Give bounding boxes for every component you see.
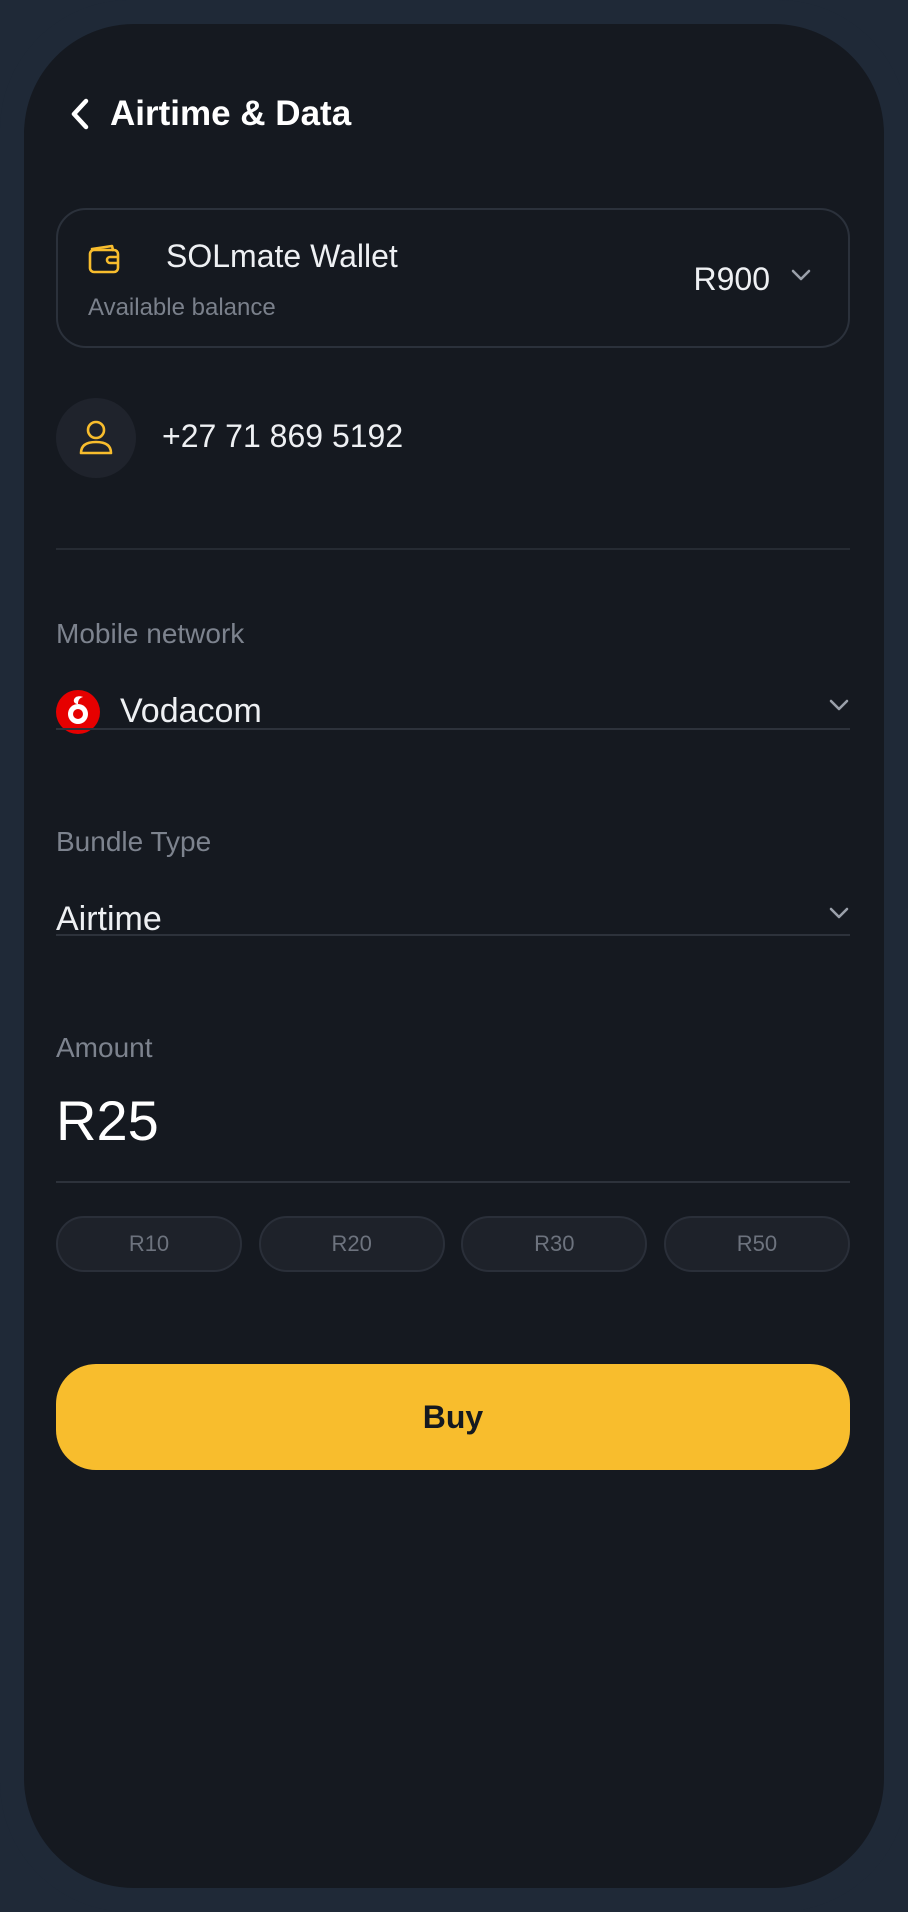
phone-number-field[interactable]: +27 71 869 5192	[162, 418, 403, 455]
bundle-type-label: Bundle Type	[56, 826, 212, 857]
quick-amount-chip[interactable]: R30	[461, 1216, 648, 1272]
chevron-down-icon	[791, 269, 811, 281]
contact-picker-button[interactable]	[56, 398, 136, 478]
wallet-balance-label: Available balance	[88, 294, 276, 321]
buy-button[interactable]: Buy	[56, 1364, 850, 1470]
wallet-name: SOLmate Wallet	[166, 238, 398, 274]
quick-amount-chip[interactable]: R10	[56, 1216, 242, 1272]
mobile-network-value: Vodacom	[120, 692, 262, 730]
divider	[56, 728, 850, 730]
amount-input[interactable]: R25	[56, 1088, 159, 1153]
divider	[56, 548, 850, 550]
user-icon	[79, 420, 113, 455]
quick-amounts: R10 R20 R30 R50	[56, 1216, 850, 1272]
device-frame: Airtime & Data SOLmate Wallet Available …	[0, 0, 908, 1912]
page-title: Airtime & Data	[110, 94, 352, 133]
wallet-icon	[88, 244, 120, 274]
wallet-selector[interactable]: SOLmate Wallet Available balance R900	[56, 208, 850, 348]
chevron-down-icon	[829, 699, 849, 711]
app-screen: Airtime & Data SOLmate Wallet Available …	[24, 24, 884, 1888]
chevron-down-icon	[829, 907, 849, 919]
amount-label: Amount	[56, 1032, 153, 1063]
back-button[interactable]	[60, 94, 100, 134]
bundle-type-select[interactable]: Airtime	[56, 890, 850, 950]
header: Airtime & Data	[60, 84, 351, 144]
wallet-balance: R900	[693, 261, 771, 297]
divider	[56, 1181, 850, 1183]
mobile-network-select[interactable]: Vodacom	[56, 682, 850, 742]
mobile-network-label: Mobile network	[56, 618, 245, 649]
quick-amount-chip[interactable]: R20	[258, 1216, 445, 1272]
chevron-left-icon	[71, 98, 89, 130]
quick-amount-chip[interactable]: R50	[663, 1216, 850, 1272]
divider	[56, 934, 850, 936]
